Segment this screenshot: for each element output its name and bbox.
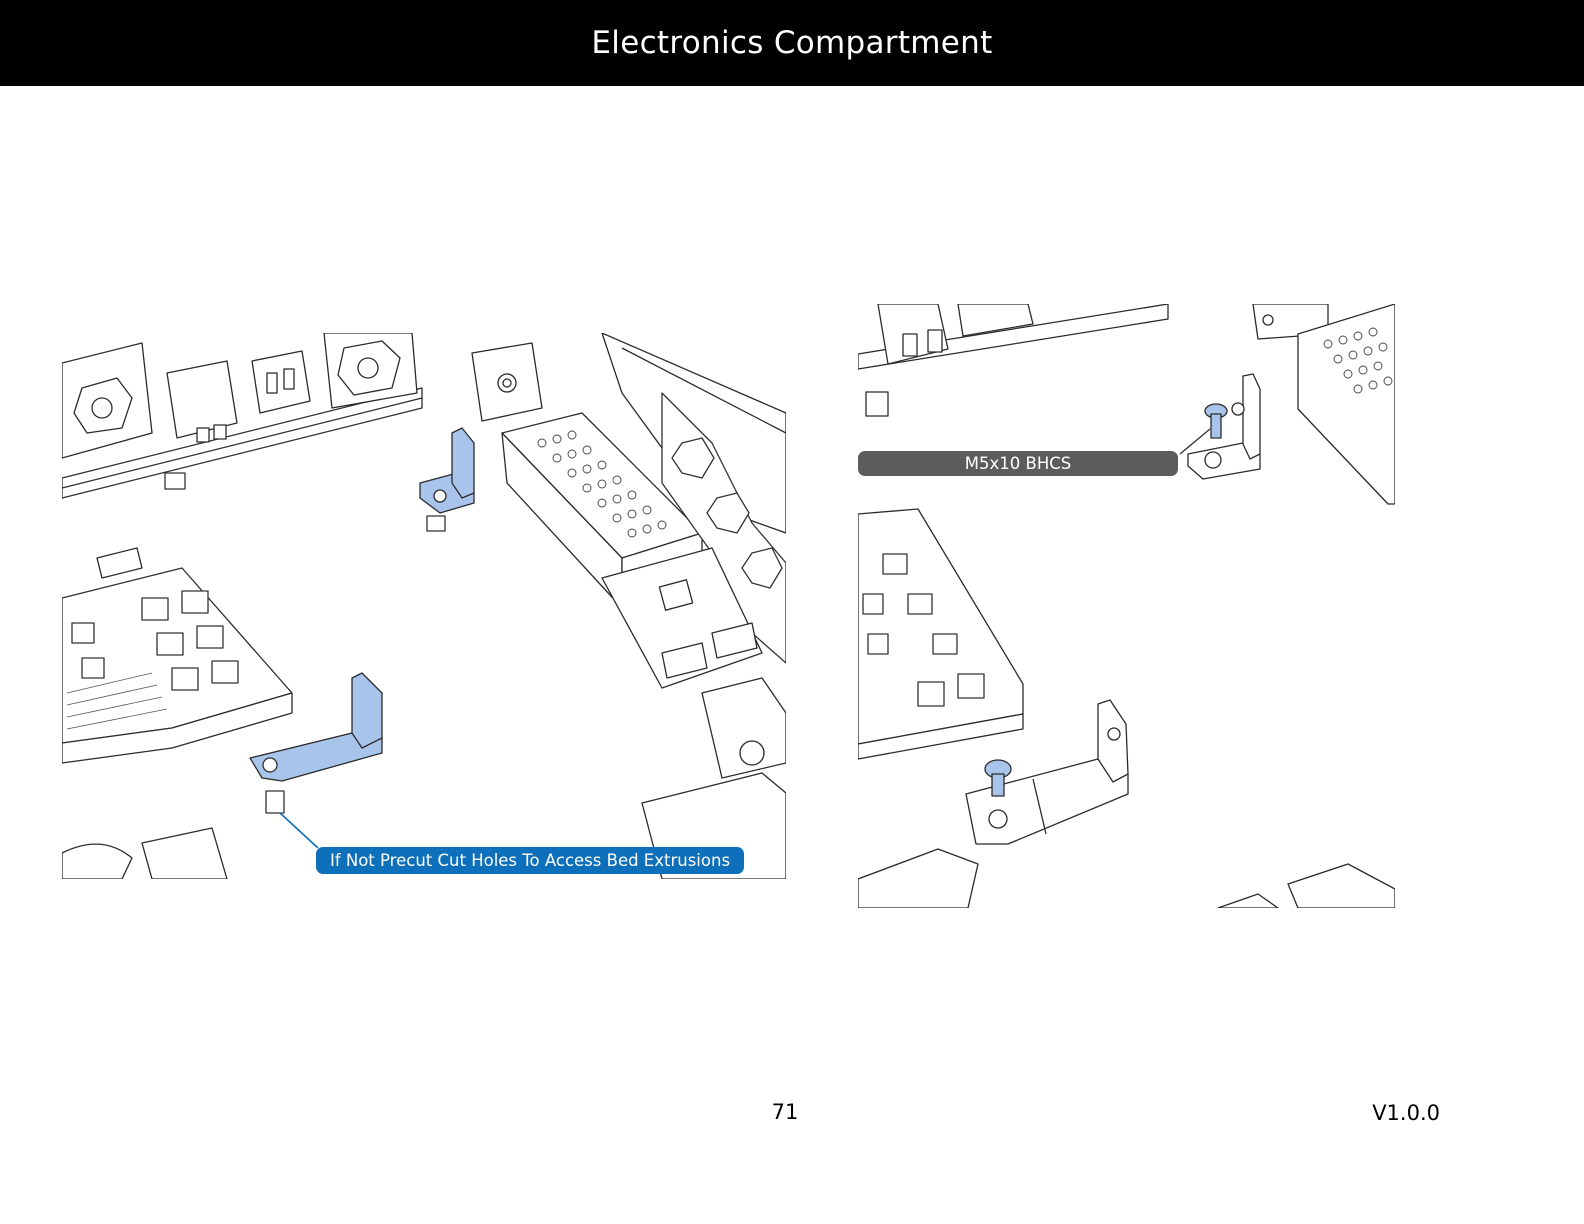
callout-leader-left: [279, 812, 319, 849]
power-supply: [1297, 304, 1395, 505]
page-number: 71: [771, 1100, 799, 1124]
stepper-motor: [471, 342, 543, 422]
controller-board: [858, 508, 1024, 745]
version-label: V1.0.0: [1372, 1101, 1440, 1125]
relay-block: [251, 350, 311, 414]
assembly-illustration-left: [62, 333, 786, 879]
bolt-highlighted: [1204, 403, 1228, 439]
stepper-motor: [141, 827, 228, 879]
bracket-highlighted: [419, 427, 475, 514]
assembly-illustration-right: [858, 304, 1395, 908]
callout-screw-spec: M5x10 BHCS: [858, 451, 1178, 476]
page-header: Electronics Compartment: [0, 0, 1584, 86]
bracket-small: [1187, 373, 1261, 480]
callout-cut-holes: If Not Precut Cut Holes To Access Bed Ex…: [316, 847, 744, 874]
page-title: Electronics Compartment: [591, 25, 993, 61]
